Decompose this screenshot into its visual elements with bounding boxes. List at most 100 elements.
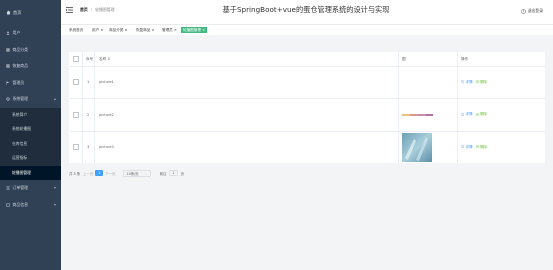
sidebar-item-restore[interactable]: 恢复商品 xyxy=(0,58,61,75)
sidebar-subitem-warehouse[interactable]: 仓库信息 xyxy=(0,136,61,151)
detail-button[interactable]: 详情 xyxy=(461,145,473,150)
row-checkbox[interactable] xyxy=(73,111,79,118)
table-row: 3 picture3 详情 删除 xyxy=(69,131,545,163)
row-actions: 详情 删除 xyxy=(461,131,490,163)
row-image xyxy=(402,131,432,163)
row-checkbox-cell xyxy=(73,131,79,163)
breadcrumb-current: 轮播图管理 xyxy=(95,7,115,12)
header-checkbox-cell xyxy=(73,52,79,66)
grid-icon xyxy=(6,48,10,52)
detail-button[interactable]: 详情 xyxy=(461,112,473,117)
sidebar-item-products[interactable]: 商品信息 xyxy=(0,197,61,214)
topbar: 首页 / 轮播图管理 基于SpringBoot+vue的蛋仓管理系统的设计与实现… xyxy=(61,0,553,24)
sidebar-home[interactable]: 首页 xyxy=(0,0,61,25)
chevron-down-icon xyxy=(54,187,56,189)
breadcrumb: 首页 / 轮播图管理 xyxy=(80,7,115,13)
row-checkbox[interactable] xyxy=(73,79,79,85)
row-name: picture1 xyxy=(99,80,114,84)
delete-button[interactable]: 删除 xyxy=(475,112,488,117)
page-size-select[interactable]: 10条/页 ⌄ xyxy=(123,169,151,177)
pager-goto-label: 前往 xyxy=(159,171,167,176)
sidebar-subitem-banner-admin[interactable]: 轮播图管理 xyxy=(0,165,61,180)
tag-categories[interactable]: 商品分类 × xyxy=(108,27,129,33)
delete-icon xyxy=(475,80,479,84)
header-name[interactable]: 名称 ⇕ xyxy=(99,52,110,66)
sidebar-subitem-label: 系统轮播图 xyxy=(12,126,31,132)
header-image: 图 xyxy=(402,56,406,61)
sidebar-item-system[interactable]: 系统管理 xyxy=(0,91,61,108)
sidebar-subitem-label: 仓库信息 xyxy=(12,140,28,146)
flag-icon xyxy=(6,81,10,85)
tag-admin[interactable]: 管理员 × xyxy=(161,27,178,33)
menu-toggle-icon[interactable] xyxy=(66,7,73,13)
delete-button[interactable]: 删除 xyxy=(475,79,488,85)
home-icon xyxy=(6,10,11,15)
search-icon xyxy=(461,80,465,84)
row-checkbox-cell xyxy=(73,98,79,131)
main-content: 序号 名称 ⇕ 图 操作 1 picture1 详情 删除 2 picture2… xyxy=(61,35,553,270)
logout-button[interactable]: 退出登录 xyxy=(521,8,543,14)
pager-next[interactable]: 下一页 xyxy=(105,171,115,176)
banner-thumbnail xyxy=(402,113,433,116)
row-index: 1 xyxy=(87,80,90,84)
row-name: picture3 xyxy=(99,145,114,149)
breadcrumb-separator: / xyxy=(90,7,93,12)
search-icon xyxy=(461,112,465,116)
box-icon xyxy=(6,203,10,207)
delete-label: 删除 xyxy=(479,79,488,84)
sidebar-item-categories[interactable]: 商品分类 xyxy=(0,42,61,59)
pager-goto-input[interactable]: 1 xyxy=(169,170,178,176)
table-header: 序号 名称 ⇕ 图 操作 xyxy=(69,52,545,67)
sidebar-subitem-metrics[interactable]: 运营指标 xyxy=(0,151,61,166)
pager-page-1[interactable]: 1 xyxy=(95,170,104,176)
row-index: 2 xyxy=(87,112,90,117)
search-icon xyxy=(461,145,465,149)
detail-label: 详情 xyxy=(465,79,473,84)
gear-icon xyxy=(6,97,10,101)
delete-button[interactable]: 删除 xyxy=(475,145,487,150)
delete-icon xyxy=(475,145,479,149)
detail-label: 详情 xyxy=(465,144,473,149)
sidebar-subitem-carousel[interactable]: 系统轮播图 xyxy=(0,122,61,137)
table-row: 2 picture2 详情 删除 xyxy=(69,98,545,132)
sidebar-item-orders[interactable]: 订单管理 xyxy=(0,180,61,197)
row-checkbox-cell xyxy=(73,66,79,98)
grid-icon xyxy=(6,64,10,68)
list-icon xyxy=(6,186,10,190)
sidebar-item-label: 恢复商品 xyxy=(12,63,29,69)
banner-thumbnail xyxy=(402,132,432,162)
row-checkbox[interactable] xyxy=(73,144,79,150)
tag-restore[interactable]: 恢复商品 × xyxy=(135,27,156,33)
tag-banner-admin[interactable]: 轮播图管理 × xyxy=(181,27,208,33)
row-image xyxy=(402,98,433,131)
detail-button[interactable]: 详情 xyxy=(461,80,473,85)
sidebar-subitem-label: 运营指标 xyxy=(12,155,28,161)
tag-users[interactable]: 用户 × xyxy=(91,27,104,33)
pagination: 共 3 条 上一页 1 下一页 10条/页 ⌄ 前往 1 页 xyxy=(69,169,184,177)
sidebar-item-label: 系统管理 xyxy=(12,96,29,102)
sidebar-item-admin[interactable]: 管理员 xyxy=(0,75,61,92)
pager-page-unit: 页 xyxy=(180,171,184,176)
sidebar-item-label: 用户 xyxy=(12,30,21,36)
row-actions: 详情 删除 xyxy=(461,66,490,98)
delete-icon xyxy=(475,112,479,117)
sidebar-item-label: 商品信息 xyxy=(12,201,29,207)
sidebar-item-label: 订单管理 xyxy=(12,185,29,191)
breadcrumb-home[interactable]: 首页 xyxy=(80,7,88,13)
row-name: picture2 xyxy=(99,112,114,117)
sidebar-home-label: 首页 xyxy=(13,9,22,15)
sidebar-item-label: 商品分类 xyxy=(12,46,29,52)
header-index: 序号 xyxy=(86,56,94,61)
detail-label: 详情 xyxy=(465,112,473,116)
sidebar-item-users[interactable]: 用户 xyxy=(0,25,61,42)
sidebar-subitem-intro[interactable]: 系统简介 xyxy=(0,107,61,122)
logout-label: 退出登录 xyxy=(527,8,543,13)
delete-label: 删除 xyxy=(479,112,488,116)
data-table: 序号 名称 ⇕ 图 操作 1 picture1 详情 删除 2 picture2… xyxy=(69,52,545,163)
pager-prev[interactable]: 上一页 xyxy=(83,171,93,176)
sidebar-subitem-label: 系统简介 xyxy=(12,111,28,117)
select-all-checkbox[interactable] xyxy=(73,56,79,62)
tag-home[interactable]: 系统首页 xyxy=(68,27,84,33)
header-actions: 操作 xyxy=(461,56,469,61)
page-title: 基于SpringBoot+vue的蛋仓管理系统的设计与实现 xyxy=(222,5,390,14)
